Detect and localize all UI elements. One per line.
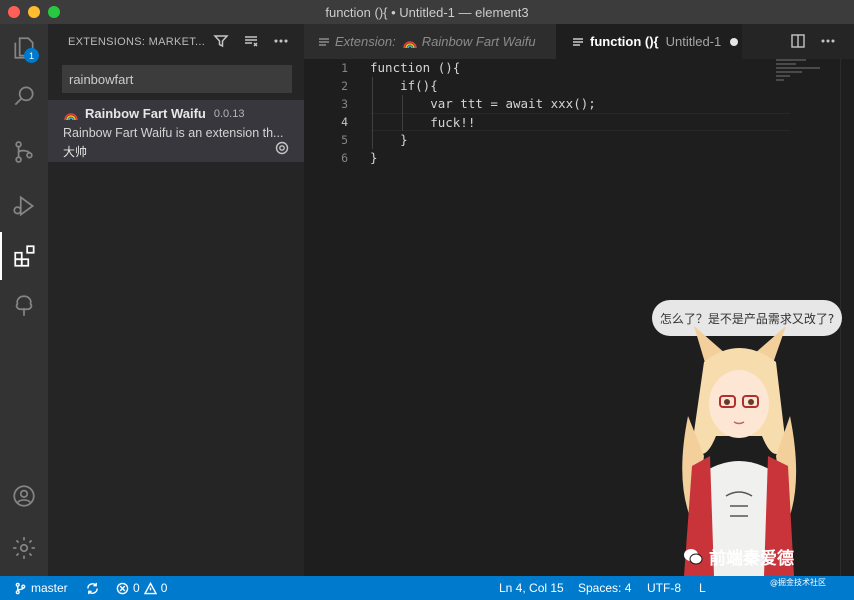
extensions-button[interactable]: [0, 232, 48, 280]
explorer-badge: 1: [24, 48, 39, 63]
extension-list-item[interactable]: Rainbow Fart Waifu 0.0.13 Rainbow Fart W…: [48, 100, 304, 162]
run-debug-icon: [13, 195, 35, 217]
gear-icon: [13, 537, 35, 559]
code-line[interactable]: function (){: [370, 59, 790, 77]
line-number: 5: [341, 133, 348, 147]
warning-count: 0: [160, 581, 168, 595]
indentation-setting[interactable]: Spaces: 4: [578, 576, 631, 600]
watermark-title: 前端秦爱德: [709, 549, 794, 569]
watermark: 前端秦爱德: [683, 544, 794, 569]
split-editor-icon: [791, 34, 805, 48]
tree-button[interactable]: [0, 282, 48, 330]
code-lines[interactable]: function (){ if(){ var ttt = await xxx()…: [370, 59, 790, 167]
account-icon: [13, 485, 35, 507]
tab-label: Rainbow Fart Waifu: [421, 34, 536, 49]
status-bar: master 0 0 Ln 4, Col 15 Spaces: 4 UTF-8 …: [0, 576, 854, 600]
encoding-setting[interactable]: UTF-8: [647, 576, 681, 600]
line-ending-setting[interactable]: L: [699, 576, 706, 600]
wechat-icon: [684, 548, 703, 564]
waifu-mascot-image: [682, 326, 797, 576]
extension-manage-button[interactable]: [274, 140, 290, 156]
watermark-subtitle: @掘金技术社区: [770, 578, 826, 587]
extension-search-input[interactable]: rainbowfart: [62, 65, 292, 93]
branch-indicator[interactable]: master: [14, 576, 68, 600]
code-line[interactable]: }: [370, 149, 790, 167]
cursor-position[interactable]: Ln 4, Col 15: [499, 576, 564, 600]
problems-indicator[interactable]: 0 0: [116, 576, 167, 600]
editor-tabs: Extension: Rainbow Fart Waifu function (…: [304, 24, 854, 59]
split-editor-button[interactable]: [790, 33, 806, 49]
editor-actions: [790, 33, 836, 49]
extension-name: Rainbow Fart Waifu: [85, 106, 206, 121]
explorer-button[interactable]: 1: [0, 24, 48, 72]
branch-name: master: [31, 581, 68, 595]
sync-button[interactable]: [86, 576, 99, 600]
code-line[interactable]: if(){: [370, 77, 790, 95]
line-number: 1: [341, 61, 348, 75]
minimap[interactable]: [776, 59, 840, 119]
source-control-button[interactable]: [0, 128, 48, 176]
ellipsis-icon: [821, 39, 835, 43]
tab-untitled[interactable]: function (){ Untitled-1: [556, 24, 742, 59]
more-actions-button[interactable]: [272, 32, 290, 50]
line-number: 6: [341, 151, 348, 165]
code-line[interactable]: }: [370, 131, 790, 149]
gear-icon: [275, 141, 289, 155]
tree-icon: [15, 295, 33, 316]
rainbow-icon: [64, 112, 78, 120]
tab-filename: Untitled-1: [665, 34, 722, 49]
tab-label: function (){: [590, 34, 659, 49]
maximize-window-button[interactable]: [48, 6, 60, 18]
clear-list-icon: [245, 36, 258, 47]
manage-button[interactable]: [0, 524, 48, 572]
minimize-window-button[interactable]: [28, 6, 40, 18]
warning-icon: [143, 581, 157, 594]
source-control-icon: [15, 141, 33, 163]
extensions-sidebar: EXTENSIONS: MARKET... rainbowfart Rainbo…: [48, 24, 304, 576]
unsaved-dot-icon[interactable]: [730, 37, 739, 46]
editor-more-button[interactable]: [820, 33, 836, 49]
extension-author: 大帅: [63, 145, 88, 159]
line-number: 4: [341, 115, 348, 129]
sidebar-header: EXTENSIONS: MARKET...: [48, 24, 304, 59]
file-icon: [572, 36, 584, 48]
preview-icon: [318, 36, 330, 48]
line-number: 2: [341, 79, 348, 93]
error-count: 0: [133, 581, 140, 595]
clear-results-button[interactable]: [242, 32, 260, 50]
sidebar-actions: [212, 32, 290, 50]
line-number: 3: [341, 97, 348, 111]
error-icon: [116, 582, 129, 594]
extension-version: 0.0.13: [213, 107, 245, 120]
sync-icon: [87, 582, 98, 594]
git-branch-icon: [15, 582, 26, 594]
ellipsis-icon: [274, 39, 288, 43]
search-icon: [14, 86, 34, 106]
tab-extension-details[interactable]: Extension: Rainbow Fart Waifu: [304, 24, 556, 59]
accounts-button[interactable]: [0, 472, 48, 520]
line-number-gutter: 1 2 3 4 5 6: [304, 59, 348, 167]
title-bar: function (){ • Untitled-1 — element3: [0, 0, 854, 24]
window-title: function (){ • Untitled-1 — element3: [325, 4, 529, 20]
sidebar-title: EXTENSIONS: MARKET...: [68, 35, 206, 48]
filter-icon: [213, 35, 229, 48]
window-controls: [8, 6, 60, 18]
run-debug-button[interactable]: [0, 182, 48, 230]
vertical-scrollbar[interactable]: [840, 59, 854, 576]
search-button[interactable]: [0, 72, 48, 120]
tab-prefix: Extension:: [335, 34, 396, 49]
indent-guide: [402, 95, 403, 131]
rainbow-icon: [402, 40, 417, 48]
indent-guide: [372, 77, 373, 149]
code-line[interactable]: var ttt = await xxx();: [370, 95, 790, 113]
extension-description: Rainbow Fart Waifu is an extension th...: [63, 126, 284, 140]
extensions-icon: [14, 245, 35, 267]
close-window-button[interactable]: [8, 6, 20, 18]
code-line[interactable]: fuck!!: [370, 113, 790, 131]
activity-bar: 1: [0, 24, 48, 576]
filter-button[interactable]: [212, 32, 230, 50]
